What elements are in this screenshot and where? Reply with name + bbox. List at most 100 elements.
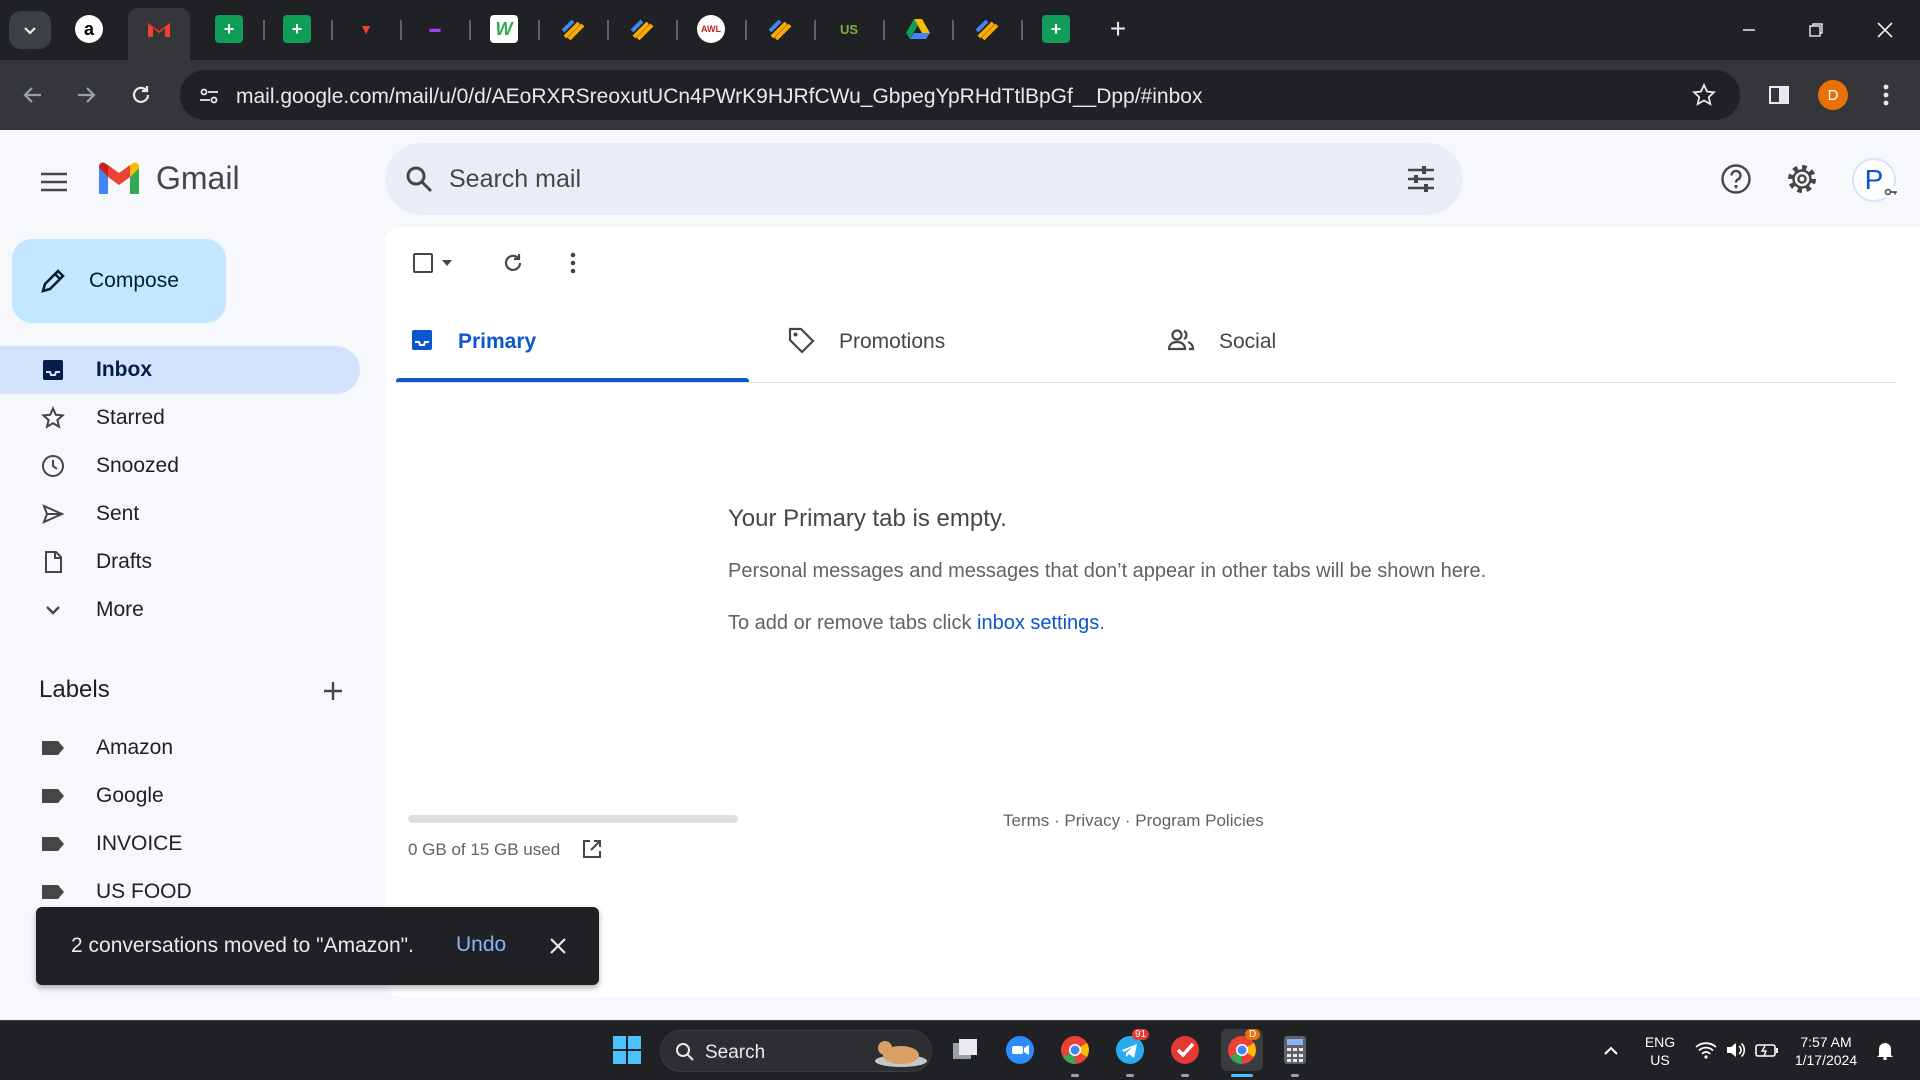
nav-label-more: More [96, 598, 144, 621]
program-policies-link[interactable]: Program Policies [1135, 811, 1264, 830]
compose-button[interactable]: Compose [12, 239, 226, 323]
sheets-icon[interactable]: + [283, 15, 311, 43]
tabs-divider [396, 382, 1896, 383]
empty-hint-prefix: To add or remove tabs click [728, 612, 977, 634]
app-icon[interactable] [628, 15, 656, 43]
snackbar-close-button[interactable] [541, 929, 575, 963]
chevron-up-icon [1604, 1046, 1618, 1055]
gmail-logo[interactable]: Gmail [96, 160, 240, 197]
amazon-icon[interactable]: a [75, 15, 103, 43]
label-name: Amazon [96, 736, 174, 759]
system-status-tray[interactable] [1692, 1033, 1782, 1067]
app-icon[interactable] [766, 15, 794, 43]
clock[interactable]: 7:57 AM 1/17/2024 [1786, 1033, 1866, 1069]
zoom-icon [1006, 1036, 1034, 1064]
reload-button[interactable] [121, 75, 161, 115]
label-tag-icon [41, 832, 65, 856]
show-hidden-icons-button[interactable] [1594, 1033, 1628, 1067]
tab-social[interactable]: Social [1167, 300, 1276, 384]
more-actions-button[interactable] [555, 245, 591, 281]
back-button[interactable] [13, 75, 53, 115]
app-icon[interactable]: ▬ [421, 15, 449, 43]
nav-item-snoozed[interactable]: Snoozed [0, 442, 360, 490]
label-name: INVOICE [96, 832, 183, 855]
nav-item-inbox[interactable]: Inbox [0, 346, 360, 394]
calculator-app[interactable] [1278, 1033, 1312, 1067]
label-name: Google [96, 784, 164, 807]
people-icon [1167, 328, 1195, 357]
url-text[interactable]: mail.google.com/mail/u/0/d/AEoRXRSreoxut… [236, 85, 1202, 109]
notifications-button[interactable] [1868, 1033, 1902, 1067]
label-item-amazon[interactable]: Amazon [0, 724, 360, 772]
drive-icon[interactable] [904, 15, 932, 43]
close-window-button[interactable] [1860, 10, 1910, 50]
sheets-icon[interactable]: + [1042, 15, 1070, 43]
tab-promotions[interactable]: Promotions [787, 300, 945, 384]
nav-item-more[interactable]: More [0, 586, 360, 634]
inbox-settings-link[interactable]: inbox settings [977, 612, 1099, 634]
site-info-icon[interactable] [198, 85, 220, 107]
select-dropdown[interactable] [437, 245, 457, 281]
more-vert-icon [1883, 84, 1889, 106]
tab-primary[interactable]: Primary [410, 300, 536, 384]
arrow-right-icon [78, 87, 96, 103]
search-options-icon[interactable] [1406, 165, 1436, 193]
manage-storage-link[interactable] [580, 837, 604, 861]
pencil-icon [41, 269, 65, 293]
search-bar[interactable] [385, 143, 1463, 215]
chrome-app-1[interactable] [1058, 1033, 1092, 1067]
app-icon[interactable] [973, 15, 1001, 43]
browser-tab-strip: a + + ▼ ▬ W AWL US + + [0, 0, 1920, 60]
label-item-google[interactable]: Google [0, 772, 360, 820]
select-checkbox[interactable] [405, 245, 441, 281]
app-icon[interactable] [559, 15, 587, 43]
create-label-button[interactable] [316, 674, 350, 708]
chrome-app-2-active[interactable]: D [1221, 1029, 1263, 1071]
nav-item-sent[interactable]: Sent [0, 490, 360, 538]
tab-search-button[interactable] [9, 11, 51, 49]
reload-icon [132, 86, 150, 103]
new-tab-button[interactable]: + [1103, 14, 1133, 44]
main-menu-button[interactable] [30, 158, 78, 206]
nav-item-drafts[interactable]: Drafts [0, 538, 360, 586]
zoom-app[interactable] [1003, 1033, 1037, 1067]
minimize-button[interactable] [1724, 10, 1774, 50]
gear-icon [1788, 165, 1816, 193]
undo-button[interactable]: Undo [456, 933, 506, 957]
support-button[interactable] [1712, 155, 1760, 203]
nav-item-starred[interactable]: Starred [0, 394, 360, 442]
browser-menu-button[interactable] [1866, 75, 1906, 115]
calculator-icon [1284, 1036, 1306, 1064]
restore-button[interactable] [1791, 10, 1841, 50]
app-icon[interactable]: ▼ [352, 15, 380, 43]
taskbar-search[interactable]: Search [660, 1030, 932, 1072]
label-item-invoice[interactable]: INVOICE [0, 820, 360, 868]
w-icon[interactable]: W [490, 15, 518, 43]
language-indicator[interactable]: ENG US [1640, 1033, 1680, 1069]
forward-button[interactable] [66, 75, 106, 115]
start-button[interactable] [610, 1033, 644, 1067]
side-panel-button[interactable] [1759, 75, 1799, 115]
search-icon[interactable] [405, 165, 433, 193]
checkbox-icon [413, 253, 433, 273]
nav-label-starred: Starred [96, 406, 165, 429]
terms-link[interactable]: Terms [1003, 811, 1049, 830]
sheets-icon[interactable]: + [215, 15, 243, 43]
task-view-icon [953, 1039, 977, 1059]
refresh-button[interactable] [495, 245, 531, 281]
browser-profile-avatar[interactable]: D [1818, 80, 1848, 110]
bookmark-star-icon[interactable] [1692, 83, 1716, 107]
footer-separator: · [1120, 811, 1136, 830]
tab-separator [400, 20, 402, 40]
telegram-app[interactable]: 91 [1113, 1029, 1150, 1067]
usfoods-icon[interactable]: US [835, 15, 863, 43]
ticktick-app[interactable] [1168, 1033, 1202, 1067]
task-view-button[interactable] [948, 1033, 982, 1067]
gmail-icon[interactable] [145, 15, 173, 43]
awl-icon[interactable]: AWL [697, 15, 725, 43]
settings-button[interactable] [1778, 155, 1826, 203]
search-icon [676, 1043, 694, 1061]
address-bar[interactable]: mail.google.com/mail/u/0/d/AEoRXRSreoxut… [180, 70, 1740, 120]
privacy-link[interactable]: Privacy [1064, 811, 1120, 830]
search-input[interactable] [449, 161, 1349, 197]
